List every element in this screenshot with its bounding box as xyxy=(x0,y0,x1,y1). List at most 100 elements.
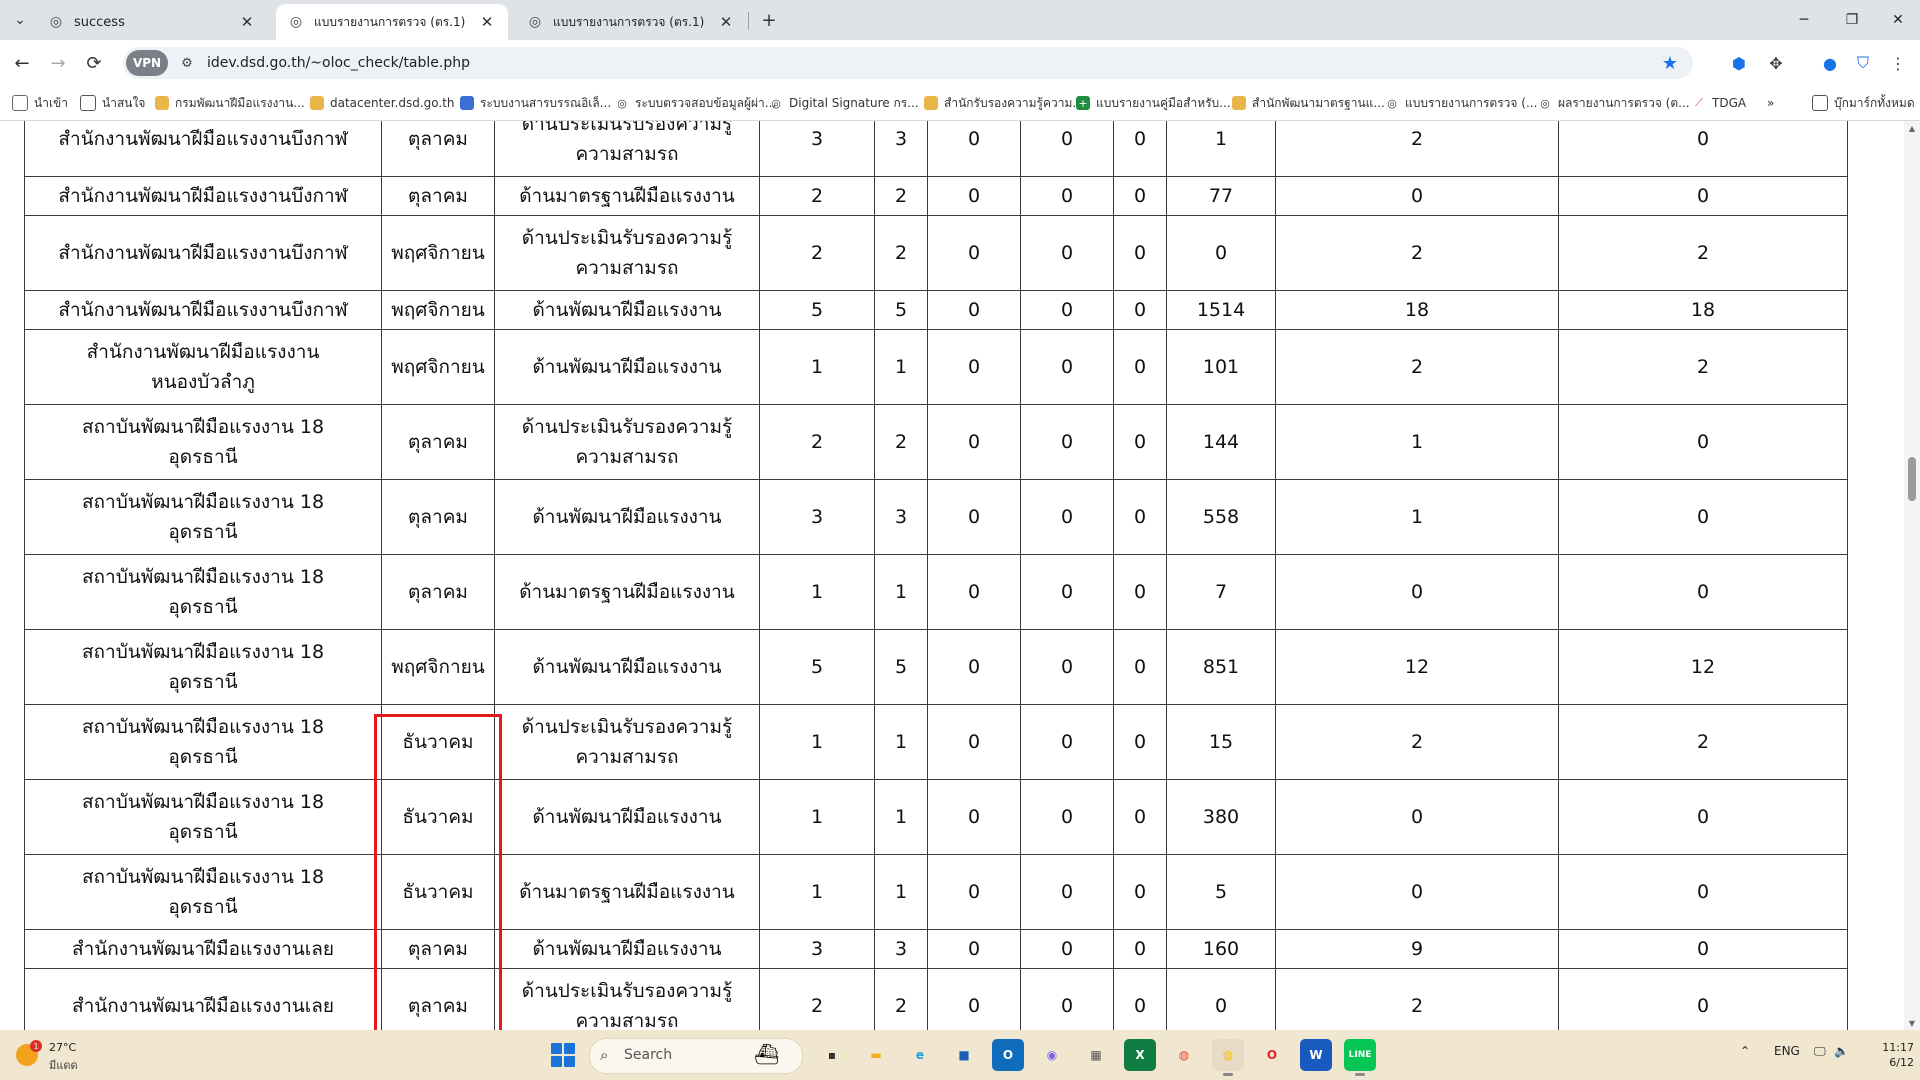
line-icon[interactable]: LINE xyxy=(1344,1039,1376,1076)
more-bookmarks-button[interactable]: » xyxy=(1767,93,1774,113)
file-explorer-dark-icon[interactable]: ▪ xyxy=(816,1039,848,1071)
bookmark-label: นำสนใจ xyxy=(102,95,146,110)
cell-unit: สำนักงานพัฒนาฝีมือแรงงานบึงกาฬ xyxy=(24,121,382,177)
scroll-up-arrow-icon[interactable]: ▲ xyxy=(1904,121,1920,135)
close-icon[interactable]: ✕ xyxy=(476,11,498,33)
table-row: สำนักงานพัฒนาฝีมือแรงงานบึงกาฬ ตุลาคม ด้าน… xyxy=(24,121,1848,177)
cell-value: 2 xyxy=(874,176,928,216)
bookmark-item[interactable]: ⟋ TDGA xyxy=(1692,93,1746,113)
scroll-down-arrow-icon[interactable]: ▼ xyxy=(1904,1016,1920,1030)
bookmark-label: แบบรายงานการตรวจ (... xyxy=(1405,95,1538,110)
network-icon[interactable]: 🖵 xyxy=(1814,1044,1826,1059)
security-shield-icon[interactable]: ⛉ xyxy=(1849,49,1877,77)
vertical-scrollbar[interactable]: ▲ ▼ xyxy=(1904,121,1920,1030)
word-icon[interactable]: W xyxy=(1300,1039,1332,1071)
cell-value: 0 xyxy=(1020,779,1114,855)
close-icon[interactable]: ✕ xyxy=(236,11,258,33)
cell-unit: สำนักงานพัฒนาฝีมือแรงงานบึงกาฬ xyxy=(24,176,382,216)
bookmark-item[interactable]: + แบบรายงานคู่มือสำหรับ... xyxy=(1076,93,1231,113)
cell-unit-line: อุดรธานี xyxy=(168,896,238,918)
bookmark-item[interactable]: ◎ Digital Signature กร... xyxy=(769,93,918,113)
tab-report-active[interactable]: ◎ แบบรายงานการตรวจ (ตร.1) ✕ xyxy=(276,4,508,40)
report-table: สำนักงานพัฒนาฝีมือแรงงานบึงกาฬ ตุลาคม ด้าน… xyxy=(24,121,1848,1030)
cell-category: ด้านประเมินรับรองความรู้ ความสามรถ xyxy=(494,215,760,291)
windows-logo-icon xyxy=(551,1056,562,1067)
cell-value: 0 xyxy=(1020,929,1114,969)
store-icon[interactable]: ■ xyxy=(948,1039,980,1071)
cell-unit-line: สำนักงานพัฒนาฝีมือแรงงานบึงกาฬ xyxy=(58,128,348,150)
start-button[interactable] xyxy=(551,1043,575,1067)
bookmark-label: ผลรายงานการตรวจ (ต... xyxy=(1558,95,1690,110)
cell-value: 0 xyxy=(1113,215,1167,291)
url-text[interactable]: idev.dsd.go.th/~oloc_check/table.php xyxy=(207,55,470,71)
bookmark-item[interactable]: สำนักรับรองความรู้ความ... xyxy=(924,93,1084,113)
cell-unit: สำนักงานพัฒนาฝีมือแรงงานบึงกาฬ xyxy=(24,215,382,291)
cell-category: ด้านประเมินรับรองความรู้ ความสามรถ xyxy=(494,704,760,780)
back-button[interactable]: ← xyxy=(8,49,36,77)
cell-unit-line: อุดรธานี xyxy=(168,446,238,468)
bookmark-item[interactable]: นำสนใจ xyxy=(80,93,145,113)
cell-category-line: ด้านพัฒนาฝีมือแรงงาน xyxy=(532,656,722,678)
taskbar-search[interactable]: ⌕ Search ⛴ xyxy=(589,1038,803,1074)
cell-value: 18 xyxy=(1275,290,1559,330)
excel-icon[interactable]: X xyxy=(1124,1039,1156,1071)
bookmark-item[interactable]: ◎ ผลรายงานการตรวจ (ต... xyxy=(1538,93,1690,113)
cell-value: 0 xyxy=(1113,121,1167,177)
cell-category-line: ความสามรถ xyxy=(575,143,679,165)
bookmark-item[interactable]: ◎ ระบบตรวจสอบข้อมูลผู้ผ่า... xyxy=(615,93,776,113)
cell-value: 2 xyxy=(1275,329,1559,405)
forward-button[interactable]: → xyxy=(44,49,72,77)
scrollbar-thumb[interactable] xyxy=(1908,457,1916,501)
folder-icon xyxy=(80,95,96,111)
clock[interactable]: 11:17 6/12 xyxy=(1858,1040,1914,1070)
opera-icon[interactable]: O xyxy=(1256,1039,1288,1071)
new-tab-button[interactable]: + xyxy=(757,8,781,32)
volume-icon[interactable]: 🔈 xyxy=(1834,1044,1849,1058)
menu-kebab-icon[interactable]: ⋮ xyxy=(1884,49,1912,77)
calculator-icon[interactable]: ▦ xyxy=(1080,1039,1112,1071)
cell-month: พฤศจิกายน xyxy=(381,629,495,705)
tab-report[interactable]: ◎ แบบรายงานการตรวจ (ตร.1) ✕ xyxy=(515,4,747,40)
cell-value: 0 xyxy=(927,290,1021,330)
site-info-icon[interactable]: ⚙ xyxy=(177,53,197,73)
tab-search-icon[interactable]: ⌄ xyxy=(8,8,32,32)
chrome-active-icon[interactable]: ◍ xyxy=(1212,1039,1244,1076)
close-icon[interactable]: ✕ xyxy=(715,11,737,33)
cell-value: 3 xyxy=(874,479,928,555)
language-indicator[interactable]: ENG xyxy=(1774,1044,1800,1058)
profile-icon[interactable]: ● xyxy=(1816,49,1844,77)
chrome-icon[interactable]: ◍ xyxy=(1168,1039,1200,1071)
cell-category-line: ด้านมาตรฐานฝีมือแรงงาน xyxy=(519,881,735,903)
restore-button[interactable]: ❐ xyxy=(1832,6,1872,34)
bookmark-item[interactable]: บุ๊กมาร์กทั้งหมด xyxy=(1812,93,1915,113)
bookmark-item[interactable]: กรมพัฒนาฝีมือแรงงาน... xyxy=(155,93,305,113)
cell-category-line: ด้านพัฒนาฝีมือแรงงาน xyxy=(532,356,722,378)
cell-month: ธันวาคม xyxy=(381,854,495,930)
tab-success[interactable]: ◎ success ✕ xyxy=(36,4,268,40)
bookmark-item[interactable]: datacenter.dsd.go.th xyxy=(310,93,455,113)
cell-unit-line: สถาบันพัฒนาฝีมือแรงงาน 18 xyxy=(81,566,325,588)
bookmark-star-icon[interactable]: ★ xyxy=(1659,52,1681,74)
extensions-puzzle-icon[interactable]: ✥ xyxy=(1762,49,1790,77)
globe-icon: ◎ xyxy=(49,14,63,30)
copilot-icon[interactable]: ◉ xyxy=(1036,1039,1068,1071)
reload-button[interactable]: ⟳ xyxy=(80,49,108,77)
cell-value: 0 xyxy=(927,329,1021,405)
vpn-badge[interactable]: VPN xyxy=(126,50,168,76)
bookmark-item[interactable]: ระบบงานสารบรรณอิเล็... xyxy=(460,93,611,113)
weather-widget[interactable]: 1 27°C มีแดด xyxy=(16,1038,106,1072)
address-bar[interactable]: VPN ⚙ idev.dsd.go.th/~oloc_check/table.p… xyxy=(123,47,1693,79)
shield-extension-icon[interactable]: ⬢ xyxy=(1725,49,1753,77)
bookmark-item[interactable]: ◎ แบบรายงานการตรวจ (... xyxy=(1385,93,1537,113)
show-hidden-icons-icon[interactable]: ⌃ xyxy=(1740,1044,1750,1058)
close-window-button[interactable]: ✕ xyxy=(1878,6,1918,34)
outlook-icon[interactable]: O xyxy=(992,1039,1024,1071)
cell-unit-line: สถาบันพัฒนาฝีมือแรงงาน 18 xyxy=(81,641,325,663)
bookmark-item[interactable]: นำเข้า xyxy=(12,93,68,113)
minimize-button[interactable]: ─ xyxy=(1784,6,1824,34)
file-explorer-icon[interactable]: ▬ xyxy=(860,1039,892,1071)
cell-value: 1 xyxy=(1275,479,1559,555)
bookmark-item[interactable]: สำนักพัฒนามาตรฐานแ... xyxy=(1232,93,1385,113)
edge-icon[interactable]: e xyxy=(904,1039,936,1071)
cell-value: 0 xyxy=(927,479,1021,555)
